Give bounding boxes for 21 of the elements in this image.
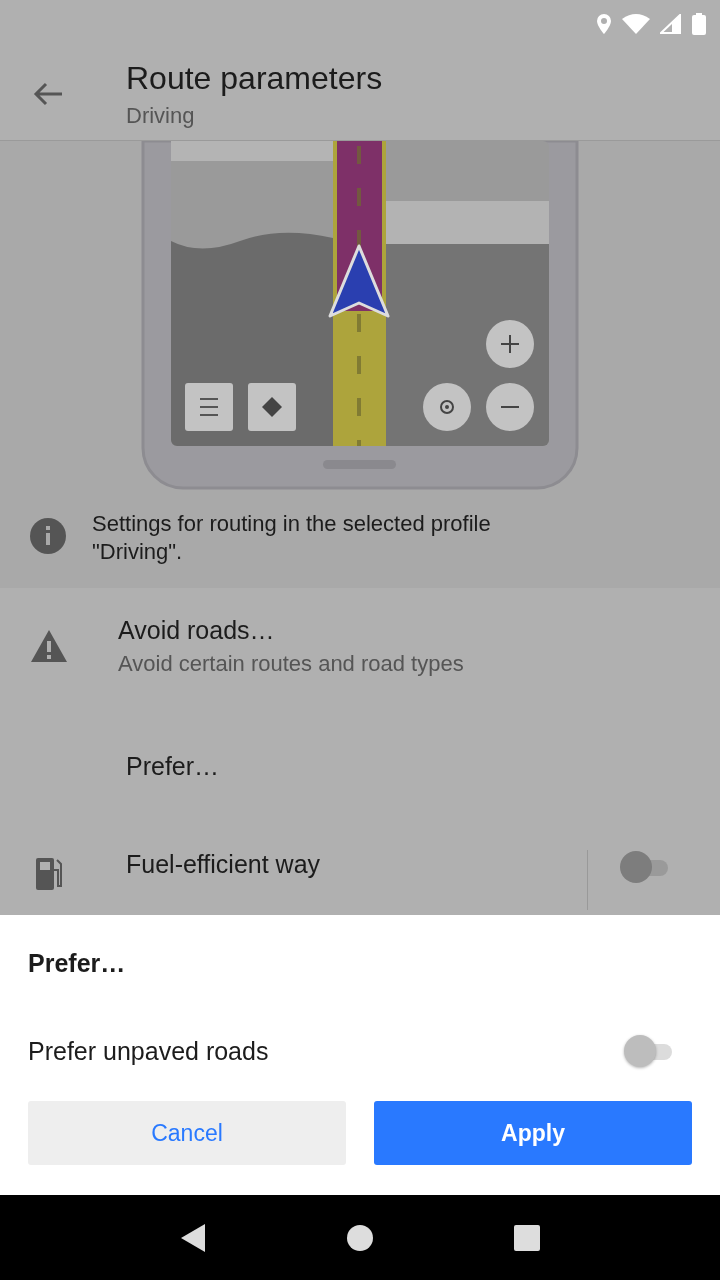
recents-nav-icon[interactable] — [513, 1224, 540, 1251]
screen-subtitle: Driving — [126, 102, 196, 129]
section-header: Prefer… — [126, 751, 220, 781]
sheet-title: Prefer… — [28, 948, 127, 979]
signal-icon — [660, 14, 682, 34]
wifi-icon — [622, 14, 650, 34]
fuel-pump-icon — [34, 856, 64, 891]
screen-title: Route parameters — [126, 59, 383, 97]
battery-icon — [692, 13, 706, 35]
warning-icon — [30, 629, 68, 664]
location-icon — [596, 13, 612, 35]
apply-button[interactable]: Apply — [374, 1101, 692, 1165]
avoid-roads-item[interactable]: Avoid roads… Avoid certain routes and road types — [0, 588, 720, 705]
setting-label: Fuel-efficient way — [126, 850, 322, 880]
back-arrow-icon — [32, 82, 64, 106]
option-label: Prefer unpaved roads — [28, 1036, 269, 1066]
info-text: Settings for routing in the selected profile "Driving". — [92, 510, 492, 566]
home-nav-icon[interactable] — [347, 1224, 373, 1251]
back-nav-icon[interactable] — [180, 1222, 207, 1253]
cancel-button[interactable]: Cancel — [28, 1101, 346, 1165]
info-icon — [30, 518, 66, 554]
